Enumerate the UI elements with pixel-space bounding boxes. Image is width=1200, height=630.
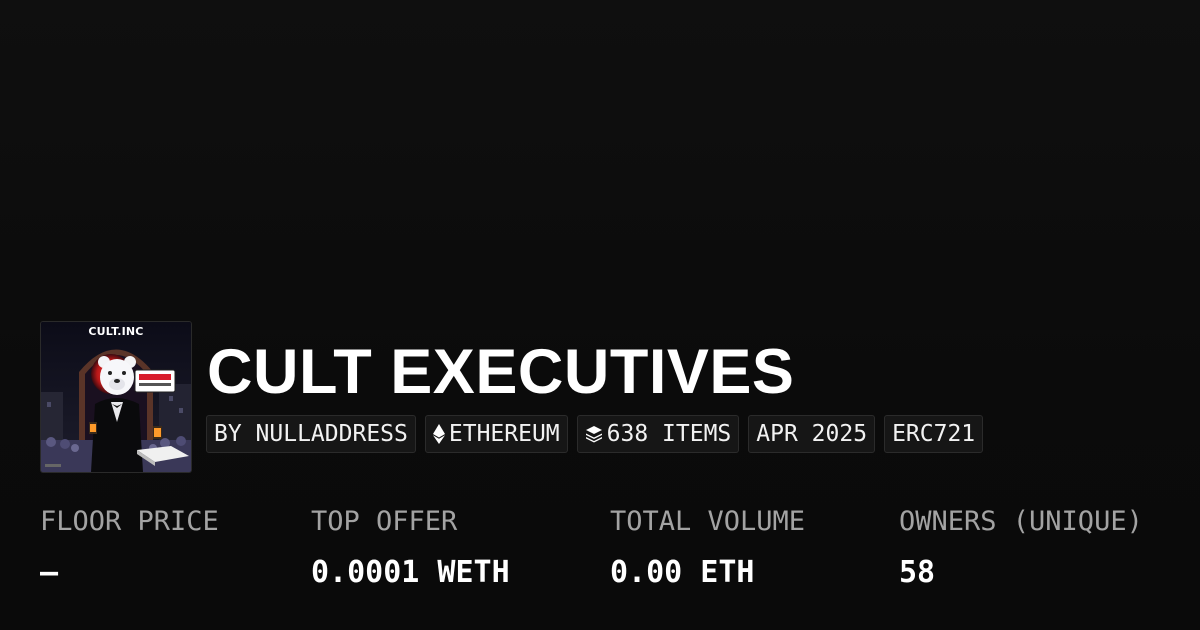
floor-price-value: — [40,555,59,590]
collection-tags: BY NULLADDRESS ETHEREUM 638 ITEMS APR 20… [206,415,984,453]
top-offer-stat: TOP OFFER 0.0001 WETH [311,504,510,591]
total-volume-value: 0.00 ETH [610,555,755,590]
standard-tag: ERC721 [884,415,984,453]
owners-value: 58 [899,555,936,590]
owners-stat: OWNERS (UNIQUE) 58 [899,504,1143,591]
standard-label: ERC721 [892,421,976,447]
top-offer-label: TOP OFFER [311,506,458,537]
creator-label: BY NULLADDRESS [214,421,408,447]
owners-label: OWNERS (UNIQUE) [899,506,1143,537]
total-volume-label: TOTAL VOLUME [610,506,806,537]
items-label: 638 ITEMS [606,421,732,447]
floor-price-stat: FLOOR PRICE — [40,504,219,591]
top-offer-value: 0.0001 WETH [311,555,510,590]
date-tag: APR 2025 [748,415,876,453]
collection-avatar: CULT.INC [40,321,192,473]
layers-icon [585,425,603,443]
collection-title: CULT EXECUTIVES [207,337,795,407]
floor-price-label: FLOOR PRICE [40,506,219,537]
creator-tag[interactable]: BY NULLADDRESS [206,415,416,453]
avatar-brand-text: CULT.INC [88,325,144,338]
chain-tag[interactable]: ETHEREUM [424,415,568,453]
total-volume-stat: TOTAL VOLUME 0.00 ETH [610,504,805,591]
chain-label: ETHEREUM [448,421,560,447]
items-tag[interactable]: 638 ITEMS [576,415,740,453]
date-label: APR 2025 [756,421,868,447]
ethereum-icon [432,424,445,444]
